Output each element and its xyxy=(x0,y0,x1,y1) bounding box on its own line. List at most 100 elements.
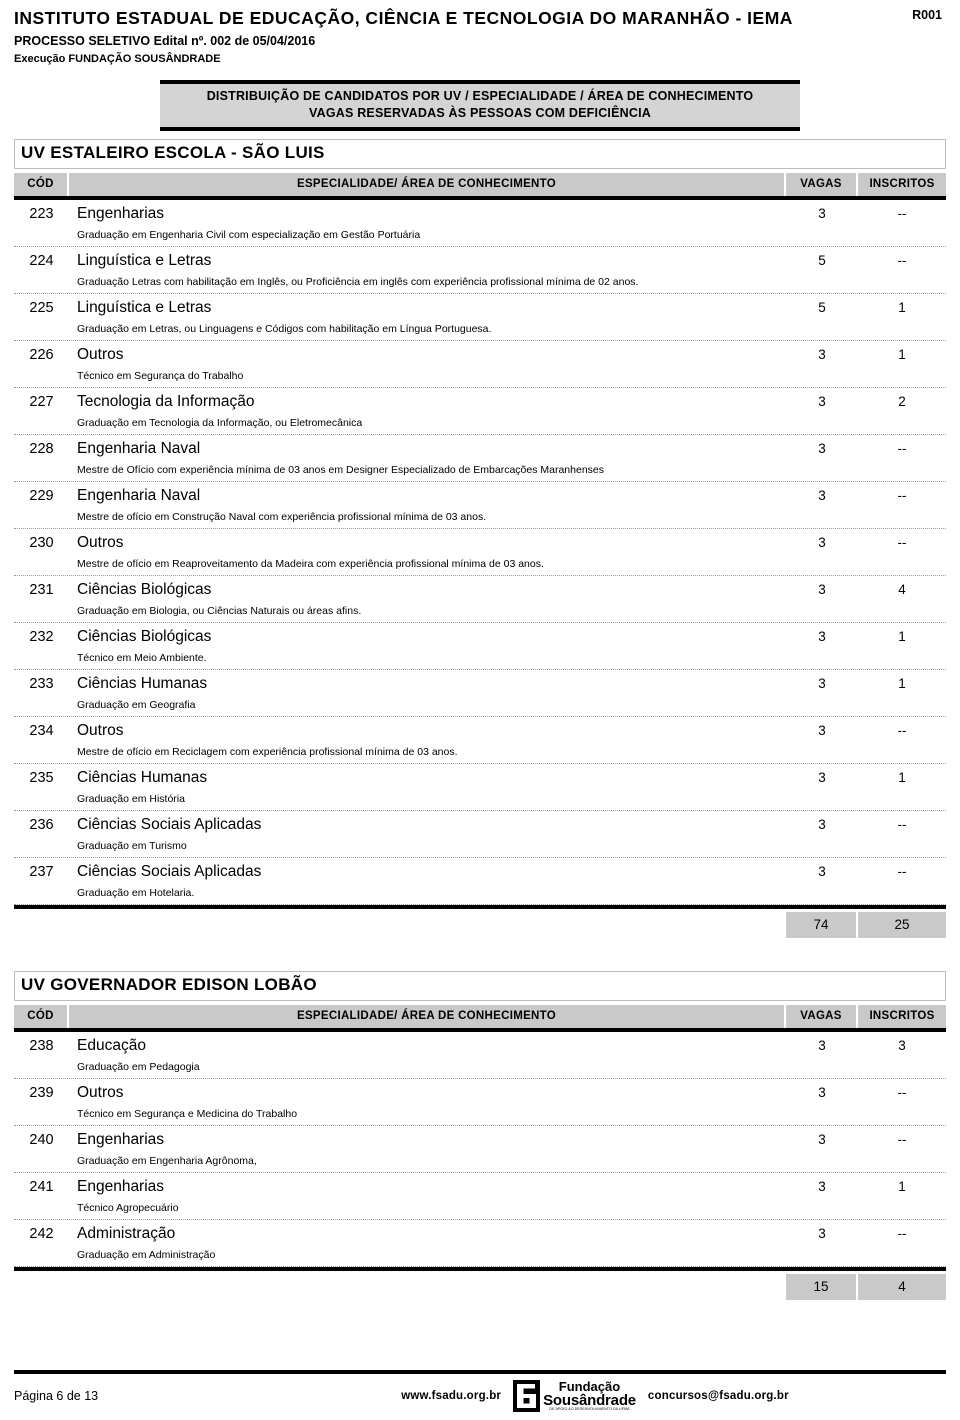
cell-cod: 241 xyxy=(29,1178,54,1195)
table-row: 226 Outros 3 1 Técnico em Segurança do T… xyxy=(14,341,946,388)
cell-descricao: Graduação em Pedagogia xyxy=(77,1060,200,1073)
fundacao-sousandrade-logo: Fundação Sousândrade DE APOIO AO DESENVO… xyxy=(513,1380,636,1412)
table-body-section-0: 223 Engenharias 3 -- Graduação em Engenh… xyxy=(14,200,946,905)
cell-especialidade: Outros xyxy=(77,721,124,739)
cell-cod: 233 xyxy=(29,675,54,692)
total-vagas: 74 xyxy=(786,911,858,938)
cell-vagas: 3 xyxy=(818,769,826,785)
table-body-section-1: 238 Educação 3 3 Graduação em Pedagogia … xyxy=(14,1032,946,1267)
cell-descricao: Graduação em Engenharia Civil com especi… xyxy=(77,228,421,241)
footer-email-link[interactable]: concursos@fsadu.org.br xyxy=(648,1390,789,1402)
cell-especialidade: Engenharia Naval xyxy=(77,486,201,504)
banner-wrapper: DISTRIBUIÇÃO DE CANDIDATOS POR UV / ESPE… xyxy=(14,80,946,132)
cell-inscritos: 3 xyxy=(898,1037,906,1053)
cell-inscritos: -- xyxy=(897,816,907,832)
logo-line-2: Sousândrade xyxy=(543,1392,636,1410)
cell-cod: 230 xyxy=(29,534,54,551)
cell-especialidade: Ciências Humanas xyxy=(77,768,208,786)
fs-monogram-icon xyxy=(513,1380,541,1412)
process-line: PROCESSO SELETIVO Edital nº. 002 de 05/0… xyxy=(14,34,316,49)
cell-especialidade: Engenharias xyxy=(77,1177,165,1195)
total-vagas: 15 xyxy=(786,1273,858,1300)
cell-descricao: Mestre de ofício em Reaproveitamento da … xyxy=(77,557,544,570)
cell-cod: 239 xyxy=(29,1084,54,1101)
cell-vagas: 3 xyxy=(818,816,826,832)
cell-cod: 235 xyxy=(29,769,54,786)
cell-descricao: Graduação em Geografia xyxy=(77,698,196,711)
cell-inscritos: -- xyxy=(897,205,907,221)
document-page: INSTITUTO ESTADUAL DE EDUCAÇÃO, CIÊNCIA … xyxy=(0,0,960,1420)
page-number: Página 6 de 13 xyxy=(14,1389,99,1403)
cell-descricao: Técnico Agropecuário xyxy=(77,1201,179,1214)
uv-section-governador-edison-lobao: UV GOVERNADOR EDISON LOBÃO CÓD ESPECIALI… xyxy=(14,970,946,1303)
column-header-vagas: VAGAS xyxy=(786,1004,858,1028)
table-row: 227 Tecnologia da Informação 3 2 Graduaç… xyxy=(14,388,946,435)
table-row: 231 Ciências Biológicas 3 4 Graduação em… xyxy=(14,576,946,623)
cell-inscritos: 1 xyxy=(898,1178,906,1194)
table-column-header: CÓD ESPECIALIDADE/ ÁREA DE CONHECIMENTO … xyxy=(14,172,946,200)
cell-especialidade: Outros xyxy=(77,345,124,363)
cell-cod: 226 xyxy=(29,346,54,363)
footer-website-link[interactable]: www.fsadu.org.br xyxy=(401,1390,501,1402)
page-footer: Página 6 de 13 www.fsadu.org.br Fundação… xyxy=(14,1370,946,1412)
cell-especialidade: Linguística e Letras xyxy=(77,251,212,269)
cell-cod: 225 xyxy=(29,299,54,316)
cell-vagas: 3 xyxy=(818,440,826,456)
cell-inscritos: 2 xyxy=(898,393,906,409)
cell-cod: 229 xyxy=(29,487,54,504)
table-row: 239 Outros 3 -- Técnico em Segurança e M… xyxy=(14,1079,946,1126)
cell-especialidade: Ciências Humanas xyxy=(77,674,208,692)
cell-inscritos: -- xyxy=(897,1131,907,1147)
cell-vagas: 3 xyxy=(818,675,826,691)
cell-vagas: 3 xyxy=(818,863,826,879)
table-row: 224 Linguística e Letras 5 -- Graduação … xyxy=(14,247,946,294)
uv-title: UV GOVERNADOR EDISON LOBÃO xyxy=(21,974,317,994)
cell-cod: 236 xyxy=(29,816,54,833)
cell-descricao: Graduação em Letras, ou Linguagens e Cód… xyxy=(77,322,492,335)
table-row: 238 Educação 3 3 Graduação em Pedagogia xyxy=(14,1032,946,1079)
logo-line-3: DE APOIO AO DESENVOLVIMENTO DA UFMA xyxy=(549,1407,630,1412)
cell-descricao: Técnico em Meio Ambiente. xyxy=(77,651,207,664)
table-row: 236 Ciências Sociais Aplicadas 3 -- Grad… xyxy=(14,811,946,858)
section-totals-row: 74 25 xyxy=(14,904,946,941)
cell-cod: 240 xyxy=(29,1131,54,1148)
cell-inscritos: -- xyxy=(897,534,907,550)
cell-vagas: 5 xyxy=(818,252,826,268)
cell-cod: 232 xyxy=(29,628,54,645)
cell-vagas: 3 xyxy=(818,346,826,362)
table-row: 235 Ciências Humanas 3 1 Graduação em Hi… xyxy=(14,764,946,811)
document-masthead: INSTITUTO ESTADUAL DE EDUCAÇÃO, CIÊNCIA … xyxy=(14,0,946,66)
cell-vagas: 3 xyxy=(818,1178,826,1194)
cell-vagas: 3 xyxy=(818,1131,826,1147)
cell-descricao: Graduação em Engenharia Agrônoma, xyxy=(77,1154,257,1167)
cell-vagas: 3 xyxy=(818,1037,826,1053)
cell-inscritos: -- xyxy=(897,487,907,503)
table-row: 237 Ciências Sociais Aplicadas 3 -- Grad… xyxy=(14,858,946,905)
cell-cod: 223 xyxy=(29,205,54,222)
cell-descricao: Técnico em Segurança do Trabalho xyxy=(77,369,244,382)
cell-vagas: 3 xyxy=(818,1225,826,1241)
cell-inscritos: -- xyxy=(897,863,907,879)
table-row: 241 Engenharias 3 1 Técnico Agropecuário xyxy=(14,1173,946,1220)
banner-line-1: DISTRIBUIÇÃO DE CANDIDATOS POR UV / ESPE… xyxy=(206,89,754,104)
logo-wordmark: Fundação Sousândrade DE APOIO AO DESENVO… xyxy=(543,1380,636,1412)
table-row: 233 Ciências Humanas 3 1 Graduação em Ge… xyxy=(14,670,946,717)
cell-especialidade: Ciências Sociais Aplicadas xyxy=(77,862,262,880)
column-header-inscritos: INSCRITOS xyxy=(858,1004,946,1028)
cell-cod: 238 xyxy=(29,1037,54,1054)
table-row: 225 Linguística e Letras 5 1 Graduação e… xyxy=(14,294,946,341)
cell-descricao: Mestre de Ofício com experiência mínima … xyxy=(77,463,605,476)
section-totals-row: 15 4 xyxy=(14,1266,946,1303)
uv-title-bar: UV ESTALEIRO ESCOLA - SÃO LUIS xyxy=(14,139,946,169)
cell-especialidade: Tecnologia da Informação xyxy=(77,392,255,410)
table-row: 230 Outros 3 -- Mestre de ofício em Reap… xyxy=(14,529,946,576)
cell-inscritos: 1 xyxy=(898,346,906,362)
cell-vagas: 3 xyxy=(818,487,826,503)
cell-cod: 231 xyxy=(29,581,54,598)
cell-especialidade: Outros xyxy=(77,1083,124,1101)
cell-inscritos: 1 xyxy=(898,769,906,785)
cell-especialidade: Linguística e Letras xyxy=(77,298,212,316)
cell-cod: 242 xyxy=(29,1225,54,1242)
cell-descricao: Técnico em Segurança e Medicina do Traba… xyxy=(77,1107,298,1120)
